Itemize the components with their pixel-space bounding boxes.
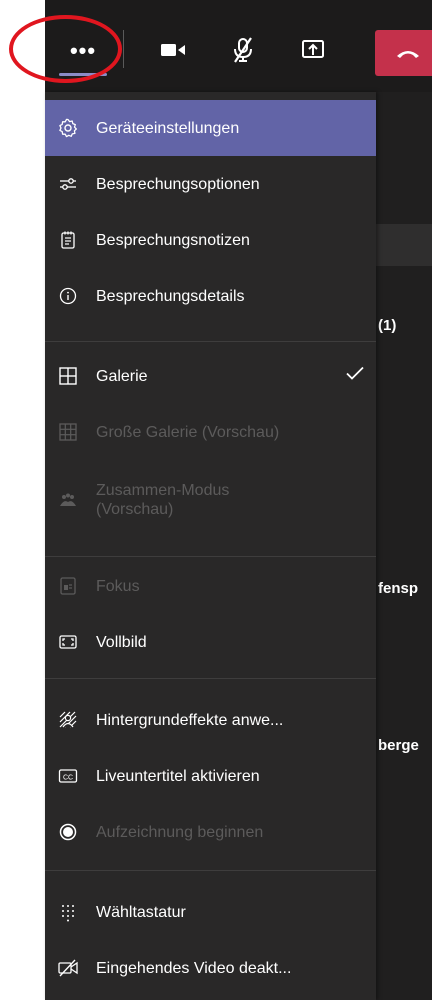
share-screen-icon: [302, 40, 324, 58]
menu-item-label: Vollbild: [96, 633, 147, 651]
together-mode-icon: [57, 489, 79, 511]
menu-separator: [45, 678, 376, 679]
menu-item-meeting-details[interactable]: Besprechungsdetails: [45, 268, 376, 324]
menu-separator: [45, 870, 376, 871]
menu-item-label: Besprechungsoptionen: [96, 175, 260, 193]
menu-item-label: Galerie: [96, 367, 148, 385]
menu-item-gallery[interactable]: Galerie: [45, 348, 376, 404]
grid-icon: [57, 365, 79, 387]
menu-item-label: Besprechungsnotizen: [96, 231, 250, 249]
menu-item-background-effects[interactable]: Hintergrundeffekte anwe...: [45, 692, 376, 748]
sliders-icon: [57, 173, 79, 195]
menu-item-label: Zusammen-Modus: [96, 482, 230, 499]
menu-item-fullscreen[interactable]: Vollbild: [45, 614, 376, 670]
background-effects-icon: [57, 709, 79, 731]
info-icon: [57, 285, 79, 307]
menu-item-label-group: Zusammen-Modus (Vorschau): [96, 481, 229, 519]
menu-item-label: Große Galerie (Vorschau): [96, 423, 280, 441]
camera-button[interactable]: [150, 30, 196, 70]
background-text-participants: (1): [378, 317, 397, 334]
menu-item-device-settings[interactable]: Geräteeinstellungen: [45, 100, 376, 156]
focus-icon: [57, 575, 79, 597]
active-indicator: [59, 73, 107, 76]
notes-icon: [57, 229, 79, 251]
background-text-b: berge: [378, 737, 419, 754]
background-panel: [376, 224, 432, 266]
camera-icon: [161, 44, 185, 56]
menu-item-label: Eingehendes Video deakt...: [96, 959, 292, 977]
menu-item-sublabel: (Vorschau): [96, 501, 174, 518]
menu-item-meeting-notes[interactable]: Besprechungsnotizen: [45, 212, 376, 268]
menu-item-label: Aufzeichnung beginnen: [96, 823, 264, 841]
menu-item-label: Besprechungsdetails: [96, 287, 245, 305]
video-off-icon: [57, 957, 79, 979]
menu-item-label: Geräteeinstellungen: [96, 119, 240, 137]
menu-item-dialpad[interactable]: Wähltastatur: [45, 884, 376, 940]
share-screen-button[interactable]: [290, 30, 336, 70]
menu-item-label: Liveuntertitel aktivieren: [96, 767, 260, 785]
more-options-icon: •••: [69, 38, 97, 63]
fullscreen-icon: [57, 631, 79, 653]
background-text-a: fensp: [378, 580, 419, 597]
menu-separator: [45, 341, 376, 342]
menu-item-label: Wähltastatur: [96, 903, 186, 921]
hang-up-button[interactable]: [375, 30, 432, 76]
menu-item-incoming-video-off[interactable]: Eingehendes Video deakt...: [45, 940, 376, 996]
menu-item-meeting-options[interactable]: Besprechungsoptionen: [45, 156, 376, 212]
more-options-button[interactable]: •••: [45, 28, 121, 80]
captions-icon: CC: [57, 765, 79, 787]
hang-up-icon: [397, 51, 419, 58]
dialpad-icon: [57, 901, 79, 923]
gear-icon: [57, 117, 79, 139]
toolbar-divider: [123, 30, 124, 68]
svg-text:CC: CC: [63, 774, 73, 781]
mic-off-icon: [234, 37, 252, 63]
menu-item-live-captions[interactable]: CC Liveuntertitel aktivieren: [45, 748, 376, 804]
microphone-button[interactable]: [220, 30, 266, 70]
checkmark-icon: [346, 366, 364, 386]
more-options-menu: Geräteeinstellungen Besprechungsoptionen: [45, 92, 376, 1000]
menu-separator: [45, 556, 376, 557]
menu-item-focus: Fokus: [45, 558, 376, 614]
menu-item-label: Hintergrundeffekte anwe...: [96, 711, 284, 729]
large-grid-icon: [57, 421, 79, 443]
menu-item-start-recording: Aufzeichnung beginnen: [45, 804, 376, 860]
menu-item-together-mode: Zusammen-Modus (Vorschau): [45, 460, 376, 540]
record-icon: [57, 821, 79, 843]
menu-item-large-gallery: Große Galerie (Vorschau): [45, 404, 376, 460]
menu-item-label: Fokus: [96, 577, 140, 595]
